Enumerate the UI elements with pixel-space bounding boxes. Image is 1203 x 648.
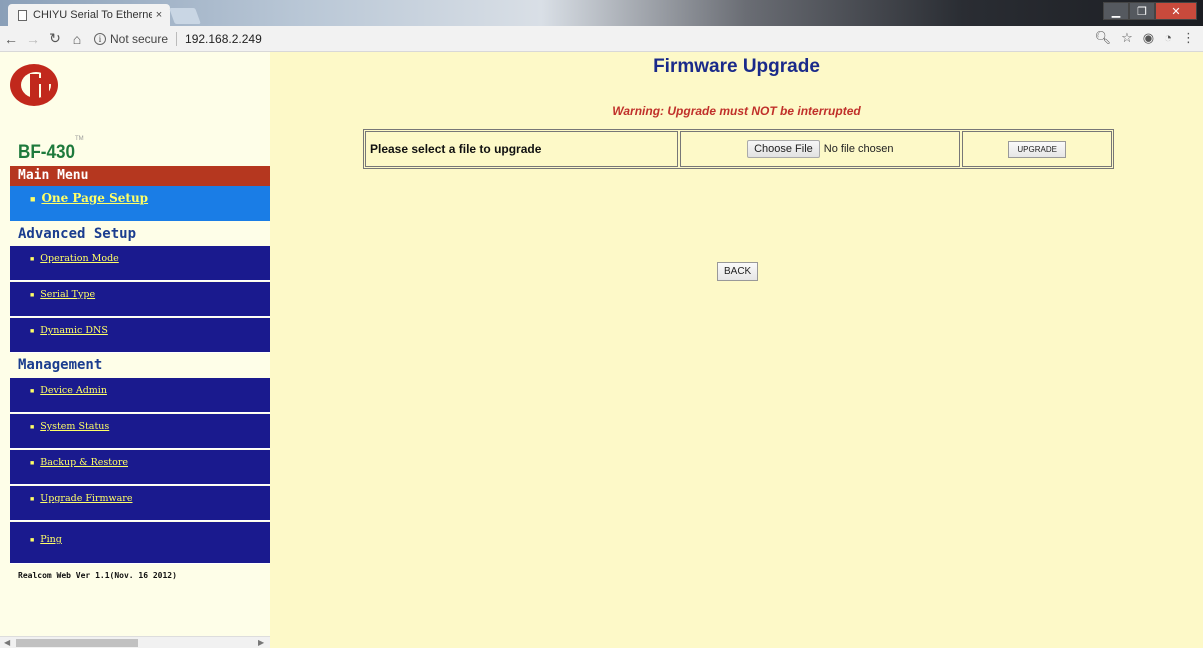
upgrade-button[interactable]: UPGRADE bbox=[1008, 140, 1066, 158]
main-menu-header: Main Menu bbox=[10, 166, 270, 186]
upgrade-table: Please select a file to upgrade Choose F… bbox=[363, 129, 1114, 169]
bullet-icon: ■ bbox=[30, 292, 35, 299]
bullet-icon: ■ bbox=[30, 388, 35, 395]
system-status-link[interactable]: System Status bbox=[40, 421, 109, 432]
extension-2-icon[interactable]: ◔ bbox=[1164, 30, 1172, 46]
chiyu-logo bbox=[10, 64, 58, 106]
sidebar-horizontal-scrollbar[interactable]: ◀ ▶ bbox=[0, 636, 270, 648]
window-controls: ▁ ❐ ✕ bbox=[1103, 2, 1197, 20]
upgrade-firmware-link[interactable]: Upgrade Firmware bbox=[40, 493, 132, 504]
scroll-left-icon[interactable]: ◀ bbox=[4, 637, 10, 648]
serial-type-link[interactable]: Serial Type bbox=[40, 289, 95, 300]
url-text[interactable]: 192.168.2.249 bbox=[185, 32, 262, 46]
tab-close-icon[interactable]: × bbox=[152, 9, 166, 21]
select-file-label: Please select a file to upgrade bbox=[365, 131, 679, 167]
sidebar-item-serial-type[interactable]: ■ Serial Type bbox=[10, 282, 270, 317]
bullet-icon: ■ bbox=[30, 194, 36, 204]
back-button[interactable]: BACK bbox=[717, 262, 759, 281]
forward-arrow-icon[interactable]: → bbox=[22, 31, 44, 47]
address-bar[interactable]: i Not secure 192.168.2.249 bbox=[94, 31, 262, 46]
page-title: Firmware Upgrade bbox=[653, 56, 820, 77]
toolbar-right-icons: 🔍︎ ☆ ◉ ◔ ⋮ bbox=[1095, 30, 1195, 46]
model-name: BF-430 bbox=[18, 142, 76, 163]
bullet-icon: ■ bbox=[30, 256, 35, 263]
sidebar-item-ping[interactable]: ■ Ping bbox=[10, 522, 270, 564]
back-arrow-icon[interactable]: ← bbox=[0, 31, 22, 47]
backup-restore-link[interactable]: Backup & Restore bbox=[40, 457, 128, 468]
scroll-right-icon[interactable]: ▶ bbox=[258, 637, 264, 648]
bullet-icon: ■ bbox=[30, 328, 35, 335]
advanced-setup-header: Advanced Setup bbox=[18, 226, 137, 242]
main-content: Firmware Upgrade Warning: Upgrade must N… bbox=[270, 52, 1203, 648]
minimize-icon[interactable]: ▁ bbox=[1103, 2, 1129, 20]
bullet-icon: ■ bbox=[30, 424, 35, 431]
page-icon bbox=[18, 9, 27, 21]
security-label: Not secure bbox=[110, 31, 169, 46]
warning-text: Warning: Upgrade must NOT be interrupted bbox=[612, 104, 861, 118]
sidebar-item-system-status[interactable]: ■ System Status bbox=[10, 414, 270, 449]
menu-icon[interactable]: ⋮ bbox=[1182, 30, 1195, 46]
sidebar-item-operation-mode[interactable]: ■ Operation Mode bbox=[10, 246, 270, 281]
browser-tab[interactable]: CHIYU Serial To Ethernet × bbox=[8, 4, 170, 26]
reload-icon[interactable]: ↻ bbox=[44, 30, 66, 47]
one-page-setup-link[interactable]: One Page Setup bbox=[41, 191, 148, 205]
bullet-icon: ■ bbox=[30, 537, 35, 544]
ping-link[interactable]: Ping bbox=[40, 534, 62, 545]
sidebar-item-backup-restore[interactable]: ■ Backup & Restore bbox=[10, 450, 270, 485]
sidebar: TM BF-430 Main Menu ■ One Page Setup Adva… bbox=[0, 52, 270, 648]
scrollbar-thumb[interactable] bbox=[16, 639, 138, 647]
tab-title: CHIYU Serial To Ethernet bbox=[33, 9, 152, 21]
version-text: Realcom Web Ver 1.1(Nov. 16 2012) bbox=[18, 571, 177, 580]
close-window-icon[interactable]: ✕ bbox=[1155, 2, 1197, 20]
extension-icon[interactable]: ◉ bbox=[1143, 30, 1154, 46]
management-header: Management bbox=[18, 357, 103, 373]
choose-file-button[interactable]: Choose File bbox=[747, 140, 820, 158]
bullet-icon: ■ bbox=[30, 496, 35, 503]
address-separator bbox=[176, 31, 178, 46]
trademark: TM bbox=[75, 136, 84, 142]
new-tab-button[interactable] bbox=[169, 8, 201, 24]
zoom-icon[interactable]: 🔍︎ bbox=[1095, 30, 1112, 46]
file-input[interactable]: Choose File No file chosen bbox=[680, 131, 961, 167]
sidebar-item-one-page-setup[interactable]: ■ One Page Setup bbox=[10, 186, 270, 221]
home-icon[interactable]: ⌂ bbox=[66, 31, 88, 47]
sidebar-item-device-admin[interactable]: ■ Device Admin bbox=[10, 378, 270, 413]
bookmark-star-icon[interactable]: ☆ bbox=[1121, 30, 1133, 46]
sidebar-item-dynamic-dns[interactable]: ■ Dynamic DNS bbox=[10, 318, 270, 353]
device-admin-link[interactable]: Device Admin bbox=[40, 385, 107, 396]
operation-mode-link[interactable]: Operation Mode bbox=[40, 253, 119, 264]
dynamic-dns-link[interactable]: Dynamic DNS bbox=[40, 325, 108, 336]
upgrade-button-cell: UPGRADE bbox=[962, 131, 1112, 167]
bullet-icon: ■ bbox=[30, 460, 35, 467]
no-file-text: No file chosen bbox=[823, 143, 894, 155]
browser-toolbar: ← → ↻ ⌂ i Not secure 192.168.2.249 🔍︎ ☆ … bbox=[0, 26, 1203, 52]
restore-icon[interactable]: ❐ bbox=[1129, 2, 1155, 20]
sidebar-item-upgrade-firmware[interactable]: ■ Upgrade Firmware bbox=[10, 486, 270, 521]
info-icon[interactable]: i bbox=[94, 32, 106, 45]
window-titlebar: CHIYU Serial To Ethernet × ▁ ❐ ✕ bbox=[0, 0, 1203, 26]
